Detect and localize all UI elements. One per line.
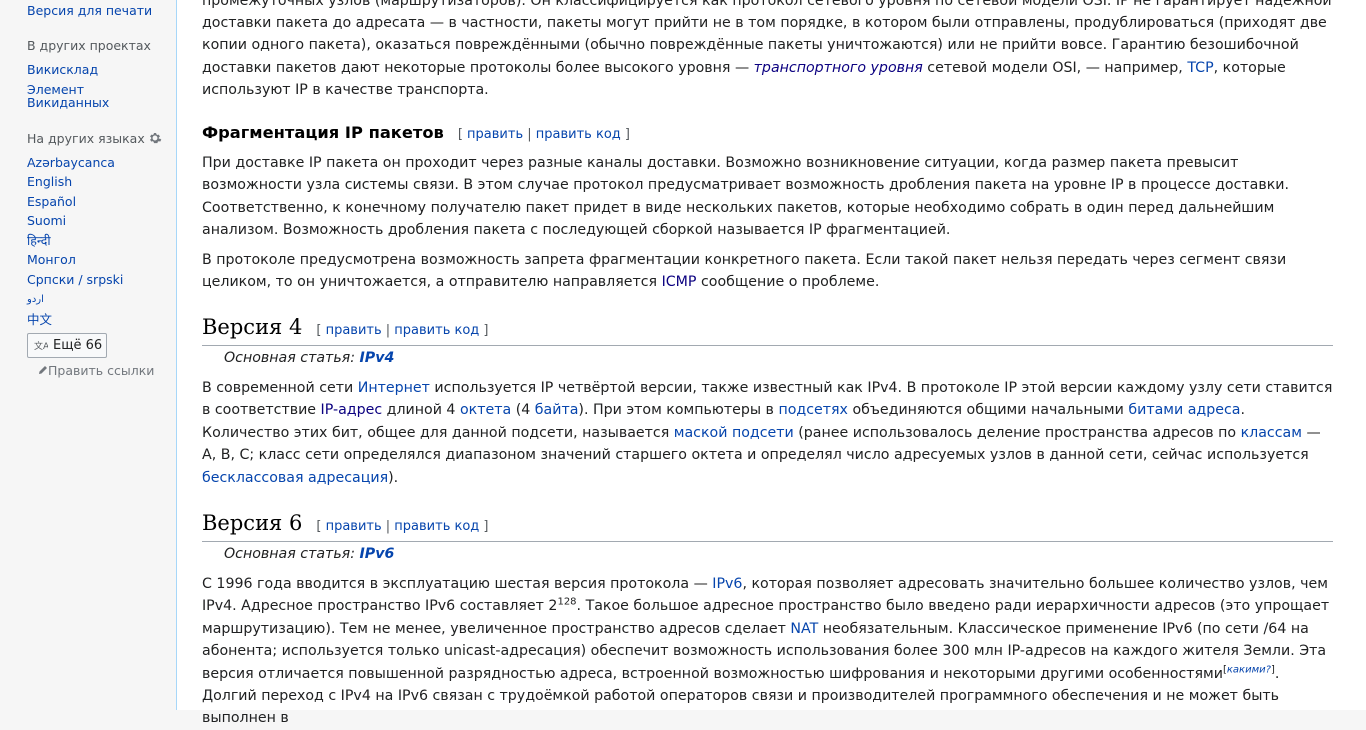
para-text: ). При этом компьютеры в	[578, 402, 779, 419]
fragmentation-text: В протоколе предусмотрена возможность за…	[202, 249, 1333, 294]
fragmentation-heading-text: Фрагментация IP пакетов	[202, 123, 444, 142]
fragmentation-paragraph-2: В протоколе предусмотрена возможность за…	[202, 249, 1333, 294]
lang-link[interactable]: 中文	[27, 313, 52, 326]
version4-heading: Версия 4 [ править | править код ]	[202, 315, 1333, 346]
ipv6-main-link[interactable]: IPv6	[360, 546, 395, 562]
subnets-link[interactable]: подсетях	[778, 402, 848, 418]
byte-link[interactable]: байта	[535, 402, 579, 418]
nat-link[interactable]: NAT	[790, 621, 818, 637]
lang-link[interactable]: हिन्दी	[27, 234, 51, 247]
fragmentation-heading: Фрагментация IP пакетов [ править | прави…	[202, 123, 630, 142]
edit-section-code-link[interactable]: править код	[394, 323, 479, 338]
intro-line: копии одного пакета), оказаться повреждё…	[202, 37, 1299, 54]
more-languages-button[interactable]: 文A Ещё 66	[27, 333, 107, 358]
hatnote-main-article: Основная статья: IPv4	[224, 350, 394, 366]
lang-link[interactable]: English	[27, 175, 72, 188]
article-content: промежуточных узлов (маршрутизаторов). О…	[176, 0, 1366, 726]
which-note-link[interactable]: какими?	[1227, 664, 1271, 675]
version4-text: В современной сети Интернет используется…	[202, 377, 1333, 489]
intro-paragraph: промежуточных узлов (маршрутизаторов). О…	[202, 0, 1333, 102]
classes-link[interactable]: классам	[1241, 425, 1302, 441]
lang-link[interactable]: Suomi	[27, 214, 66, 227]
para-text: В современной сети	[202, 380, 358, 396]
exponent: 128	[557, 596, 577, 608]
ip-address-link[interactable]: IP-адрес	[321, 402, 383, 418]
translate-icon: 文A	[34, 340, 48, 352]
subnet-mask-link[interactable]: маской подсети	[674, 425, 794, 441]
wikidata-item-link[interactable]: Элемент Викиданных	[27, 83, 117, 109]
para-text: (ранее использовалось деление пространст…	[793, 424, 1241, 441]
para-text: (4	[511, 402, 535, 419]
lang-link[interactable]: Српски / srpski	[27, 273, 123, 286]
hatnote-label: Основная статья:	[224, 350, 360, 366]
edit-section-code-link[interactable]: править код	[394, 519, 479, 534]
lang-link[interactable]: اردو	[27, 293, 44, 306]
other-languages-label: На других языках	[27, 131, 145, 146]
edit-links-label: Править ссылки	[48, 363, 155, 378]
lang-link[interactable]: Azərbaycanca	[27, 156, 115, 169]
version4-heading-text: Версия 4	[202, 315, 303, 339]
other-projects-heading: В других проектах	[27, 38, 151, 53]
fragmentation-paragraph-1: При доставке IP пакета он проходит через…	[202, 152, 1333, 242]
fragmentation-text: При доставке IP пакета он проходит через…	[202, 155, 1289, 239]
print-version-link[interactable]: Версия для печати	[27, 4, 152, 17]
classless-addressing-link[interactable]: бесклассовая адресация	[202, 470, 388, 486]
gear-icon[interactable]	[148, 131, 162, 145]
intro-line: доставки пакета до адресата — в частност…	[202, 15, 1327, 31]
intro-line: доставки пакетов дают некоторые протокол…	[202, 57, 1333, 79]
hatnote-label: Основная статья:	[224, 546, 360, 562]
tcp-link[interactable]: TCP	[1187, 60, 1213, 76]
edit-section-link[interactable]: править	[326, 323, 382, 338]
more-languages-label: Ещё 66	[53, 338, 103, 353]
edit-links-link[interactable]: Править ссылки	[38, 363, 154, 378]
ipv6-link[interactable]: IPv6	[712, 576, 742, 592]
version6-paragraph: С 1996 года вводится в эксплуатацию шест…	[202, 573, 1333, 730]
intro-text: доставки пакетов дают некоторые протокол…	[202, 59, 754, 76]
edit-section-code-link[interactable]: править код	[536, 127, 621, 142]
icmp-link[interactable]: ICMP	[662, 274, 697, 290]
other-languages-heading: На других языках	[27, 131, 162, 146]
para-text: сообщение о проблеме.	[696, 274, 880, 291]
octet-link[interactable]: октета	[460, 402, 511, 418]
section-edit-links: [ править | править код ]	[316, 323, 489, 338]
version6-heading-text: Версия 6	[202, 511, 303, 535]
sidebar: Версия для печати В других проектах Вики…	[0, 0, 176, 694]
edit-section-link[interactable]: править	[326, 519, 382, 534]
intro-fragment-line: промежуточных узлов (маршрутизаторов). О…	[202, 0, 1332, 9]
version6-heading: Версия 6 [ править | править код ]	[202, 511, 1333, 542]
svg-text:文A: 文A	[34, 340, 48, 352]
para-text: С 1996 года вводится в эксплуатацию шест…	[202, 576, 713, 592]
citation-needed: [какими?]	[1222, 663, 1275, 675]
intro-text: сетевой модели OSI, — например,	[922, 59, 1188, 76]
version4-paragraph: В современной сети Интернет используется…	[202, 377, 1333, 489]
address-bits-link[interactable]: битами адреса	[1128, 402, 1240, 418]
internet-link[interactable]: Интернет	[358, 380, 430, 396]
intro-line: используют IP в качестве транспорта.	[202, 82, 489, 99]
section-edit-links: [ править | править код ]	[316, 519, 489, 534]
intro-text: , которые	[1213, 59, 1286, 76]
hatnote-main-article: Основная статья: IPv6	[224, 546, 394, 562]
para-text: ).	[388, 469, 399, 486]
edit-section-link[interactable]: править	[467, 127, 523, 142]
lang-link[interactable]: Монгол	[27, 253, 76, 266]
section-edit-links: [ править | править код ]	[457, 127, 630, 142]
commons-link[interactable]: Викисклад	[27, 63, 98, 76]
ipv4-main-link[interactable]: IPv4	[360, 350, 395, 366]
lang-link[interactable]: Español	[27, 195, 76, 208]
para-text: длиной 4	[382, 402, 460, 419]
version6-text: С 1996 года вводится в эксплуатацию шест…	[202, 573, 1333, 730]
pencil-icon	[39, 366, 47, 374]
para-text: объединяются общими начальными	[847, 402, 1129, 419]
transport-layer-link[interactable]: транспортного уровня	[754, 60, 923, 76]
